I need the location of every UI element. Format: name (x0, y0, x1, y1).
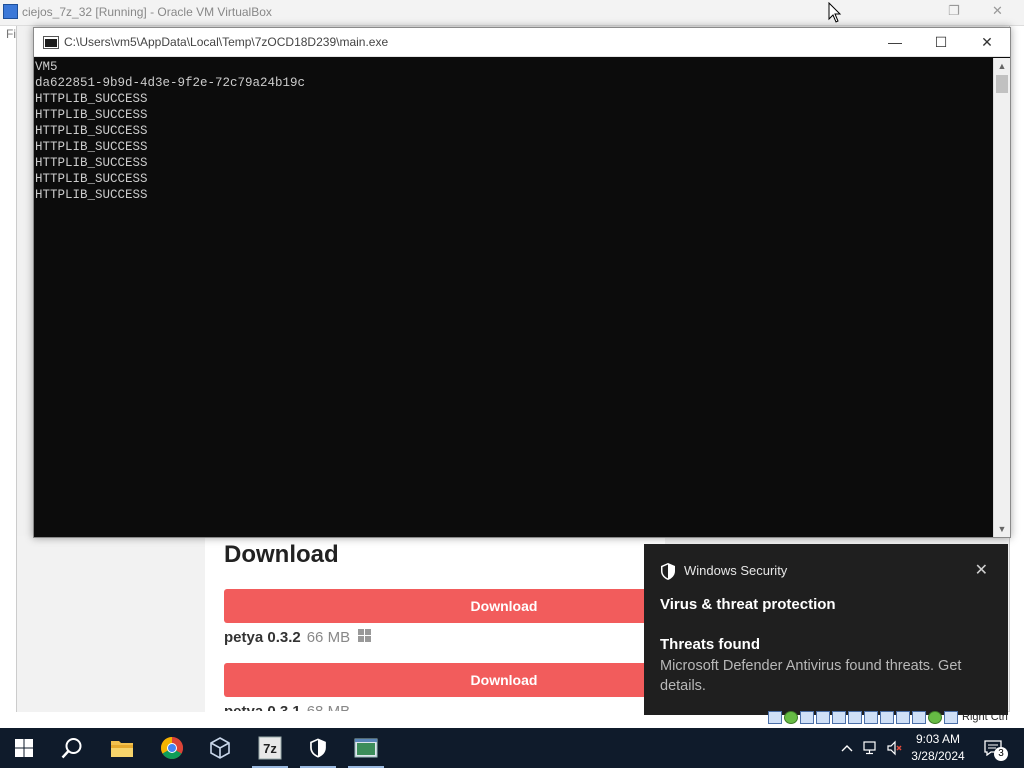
clock-time: 9:03 AM (915, 732, 961, 746)
console-line: HTTPLIB_SUCCESS (35, 188, 148, 202)
windows-platform-icon (358, 629, 372, 643)
taskbar-virtualbox[interactable] (196, 728, 244, 768)
optical-drive-icon[interactable] (784, 711, 798, 724)
scroll-down-arrow-icon[interactable]: ▼ (994, 521, 1010, 537)
package-size: 68 MB (307, 703, 350, 711)
minimize-button[interactable]: — (872, 28, 918, 57)
mouse-integration-icon[interactable] (912, 711, 926, 724)
speaker-muted-icon (887, 740, 902, 756)
host-key-label: Right Ctrl (962, 711, 1008, 723)
toast-title: Threats found (660, 636, 760, 653)
taskbar-console-app[interactable] (342, 728, 390, 768)
download-package-info: petya 0.3.2 66 MB (224, 629, 372, 646)
console-output[interactable]: VM5 da622851-9b9d-4d3e-9f2e-72c79a24b19c H… (34, 58, 994, 537)
taskbar-clock[interactable]: 9:03 AM 3/28/2024 (906, 731, 970, 765)
toast-message: Microsoft Defender Antivirus found threa… (660, 658, 962, 694)
close-button[interactable]: ✕ (964, 28, 1010, 57)
maximize-button[interactable]: ☐ (918, 28, 964, 57)
taskbar-7zip[interactable]: 7z (246, 728, 294, 768)
shield-icon (661, 563, 675, 580)
package-size: 66 MB (306, 629, 351, 646)
keyboard-capture-icon[interactable] (944, 711, 958, 724)
toast-close-button[interactable]: ✕ (975, 560, 988, 580)
scroll-thumb[interactable] (996, 75, 1008, 93)
download-package-info: petya 0.3.1 68 MB (224, 703, 350, 711)
audio-icon[interactable] (800, 711, 814, 724)
recording-icon[interactable] (880, 711, 894, 724)
host-window-title: ciejos_7z_32 [Running] - Oracle VM Virtu… (22, 5, 272, 19)
start-button[interactable] (0, 728, 48, 768)
download-heading: Download (224, 541, 339, 568)
console-app-icon (43, 36, 59, 49)
console-titlebar[interactable]: C:\Users\vm5\AppData\Local\Temp\7zOCD18D… (34, 28, 1010, 57)
console-line: HTTPLIB_SUCCESS (35, 92, 148, 106)
search-button[interactable] (48, 728, 96, 768)
cube-icon (210, 737, 230, 759)
shield-icon (310, 738, 326, 758)
virtualbox-app-icon (3, 4, 18, 19)
svg-text:7z: 7z (263, 741, 277, 756)
notification-count-badge: 3 (994, 747, 1008, 761)
7zip-icon: 7z (258, 736, 282, 760)
clock-date: 3/28/2024 (911, 749, 965, 763)
show-hidden-icons-button[interactable] (838, 728, 856, 768)
taskbar-chrome[interactable] (148, 728, 196, 768)
console-line: HTTPLIB_SUCCESS (35, 108, 148, 122)
host-restore-button[interactable]: ❐ (948, 3, 960, 19)
network-icon[interactable] (816, 711, 830, 724)
mouse-cursor-icon (828, 2, 842, 23)
scroll-up-arrow-icon[interactable]: ▲ (994, 58, 1010, 74)
taskbar: 7z 9:03 AM 3/28/2024 (0, 728, 1024, 768)
console-line: da622851-9b9d-4d3e-9f2e-72c79a24b19c (35, 76, 306, 90)
console-window-title: C:\Users\vm5\AppData\Local\Temp\7zOCD18D… (64, 35, 389, 49)
host-close-button[interactable]: ✕ (992, 3, 1003, 19)
taskbar-file-explorer[interactable] (98, 728, 146, 768)
taskbar-windows-security[interactable] (294, 728, 342, 768)
cpu-icon[interactable] (896, 711, 910, 724)
chevron-up-icon (841, 745, 853, 752)
usb-icon[interactable] (832, 711, 846, 724)
console-line: HTTPLIB_SUCCESS (35, 172, 148, 186)
console-line: HTTPLIB_SUCCESS (35, 140, 148, 154)
vbox-status-bar: Right Ctrl (768, 711, 1008, 727)
hard-disk-icon[interactable] (768, 711, 782, 724)
host-window-titlebar: ciejos_7z_32 [Running] - Oracle VM Virtu… (0, 0, 1024, 26)
toast-header: Virus & threat protection (660, 596, 836, 613)
console-scrollbar[interactable]: ▲ ▼ (993, 58, 1010, 537)
search-icon (61, 738, 82, 759)
console-line: VM5 (35, 60, 58, 74)
security-toast-notification[interactable]: Windows Security ✕ Virus & threat protec… (644, 544, 1008, 715)
window-icon (354, 738, 378, 758)
host-menu-file[interactable]: Fi (6, 27, 16, 41)
folder-icon (111, 741, 133, 757)
console-line: HTTPLIB_SUCCESS (35, 124, 148, 138)
console-window[interactable]: C:\Users\vm5\AppData\Local\Temp\7zOCD18D… (33, 27, 1011, 538)
chrome-icon (161, 737, 183, 759)
display-icon[interactable] (864, 711, 878, 724)
toast-app-name: Windows Security (684, 563, 788, 578)
shared-folders-icon[interactable] (848, 711, 862, 724)
console-line: HTTPLIB_SUCCESS (35, 156, 148, 170)
package-name: petya 0.3.2 (224, 629, 301, 646)
package-name: petya 0.3.1 (224, 703, 301, 711)
volume-tray-button[interactable] (884, 728, 906, 768)
web-page-sidebar (17, 536, 205, 712)
network-icon (863, 741, 876, 755)
guest-additions-icon[interactable] (928, 711, 942, 724)
windows-logo-icon (15, 739, 33, 757)
network-tray-button[interactable] (860, 728, 882, 768)
